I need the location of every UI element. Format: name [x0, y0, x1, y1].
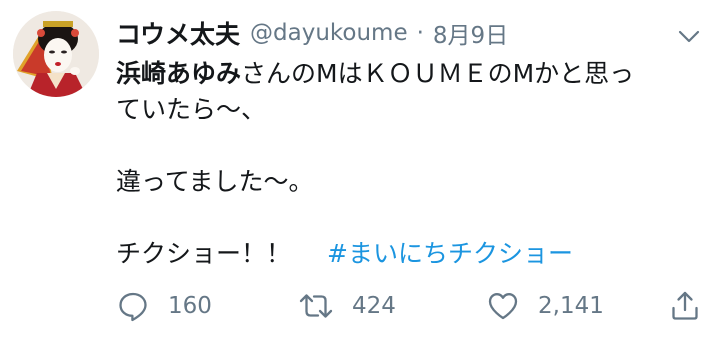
separator-dot: · [416, 20, 424, 46]
mention-name: 浜崎あゆみ [116, 59, 242, 88]
avatar-photo [13, 11, 99, 97]
tweet-line-1: 浜崎あゆみさんのMはＫＯＵＭＥのMかと思っ [116, 56, 706, 92]
tweet-text: 浜崎あゆみさんのMはＫＯＵＭＥのMかと思っ ていたら〜、 違ってました〜。 チク… [116, 56, 706, 272]
reply-count: 160 [168, 293, 212, 319]
share-icon [672, 291, 698, 320]
tweet-header: コウメ太夫 @dayukoume · 8月9日 [116, 13, 508, 53]
tweet-line-3: 違ってました〜。 [116, 167, 314, 196]
user-handle[interactable]: @dayukoume [250, 20, 408, 46]
tweet-line-4: チクショー！！ #まいにちチクショー [116, 236, 706, 272]
action-bar: 160 424 2,141 [116, 286, 706, 326]
tweet-line-1-rest: さんのMはＫＯＵＭＥのMかと思っ [241, 59, 635, 88]
like-count: 2,141 [538, 293, 604, 319]
hashtag-link[interactable]: #まいにちチクショー [327, 239, 573, 268]
retweet-count: 424 [352, 293, 396, 319]
tweet-line-2: ていたら〜、 [116, 95, 267, 124]
more-menu-button[interactable] [673, 20, 705, 52]
display-name[interactable]: コウメ太夫 [116, 15, 240, 51]
tweet-line-4-text: チクショー！！ [116, 239, 292, 268]
retweet-button[interactable]: 424 [298, 286, 396, 326]
tweet: コウメ太夫 @dayukoume · 8月9日 浜崎あゆみさんのMはＫＯＵＭＥの… [0, 0, 715, 343]
chevron-down-icon [678, 30, 700, 43]
like-button[interactable]: 2,141 [486, 286, 604, 326]
tweet-date[interactable]: 8月9日 [433, 16, 508, 50]
share-button[interactable] [668, 286, 702, 326]
reply-icon [119, 292, 147, 322]
retweet-icon [299, 294, 333, 318]
avatar[interactable] [13, 11, 99, 97]
reply-button[interactable]: 160 [116, 286, 212, 326]
like-icon [488, 293, 518, 320]
